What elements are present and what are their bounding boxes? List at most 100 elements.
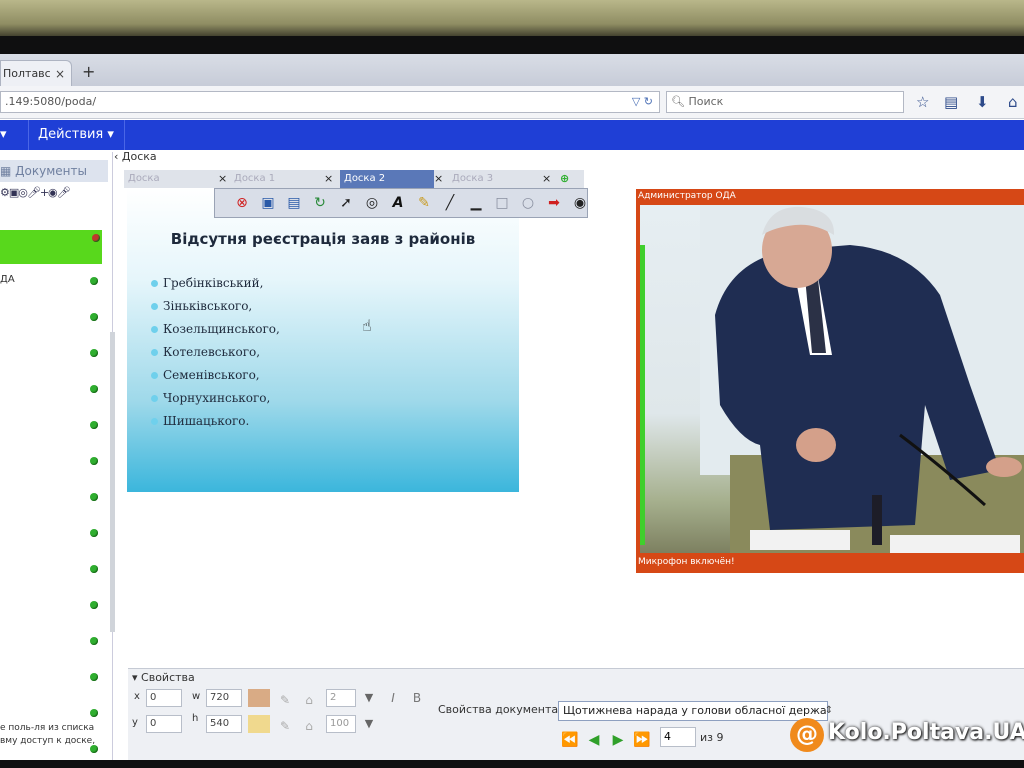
- speaker-image: [700, 205, 1024, 553]
- background-wall: [0, 0, 1024, 40]
- documents-tab-label: Документы: [15, 164, 87, 178]
- circle-icon[interactable]: ○: [517, 192, 539, 214]
- tab-board-1[interactable]: Доска 1: [230, 170, 324, 188]
- url-field[interactable]: .149:5080/poda/ ▽ ↻: [0, 91, 660, 113]
- line-icon[interactable]: ╱: [439, 192, 461, 214]
- lock-icon[interactable]: ⌂: [298, 715, 320, 737]
- pencil-icon[interactable]: ✎: [274, 715, 296, 737]
- w-label: w: [192, 691, 201, 702]
- menu-collapsed[interactable]: ▾: [0, 120, 29, 150]
- tab-board-3[interactable]: Доска 3: [448, 170, 542, 188]
- refresh-icon[interactable]: ↻: [309, 192, 331, 214]
- last-page-button[interactable]: ⏩: [632, 731, 652, 749]
- chevron-down-icon[interactable]: ▼: [358, 687, 380, 709]
- arrow-icon[interactable]: ➡: [543, 192, 565, 214]
- browser-tab-strip: Полтавс × +: [0, 54, 1024, 86]
- user-row[interactable]: [0, 598, 108, 616]
- select-icon[interactable]: ◎: [361, 192, 383, 214]
- open-icon[interactable]: ▣: [257, 192, 279, 214]
- user-row[interactable]: [0, 418, 108, 436]
- rectangle-icon[interactable]: □: [491, 192, 513, 214]
- menu-actions[interactable]: Действия ▾: [28, 120, 125, 150]
- user-row[interactable]: ДА: [0, 274, 108, 292]
- tab-board-0[interactable]: Доска: [124, 170, 218, 188]
- status-dot: [90, 277, 98, 285]
- status-dot: [90, 709, 98, 717]
- status-dot: [90, 313, 98, 321]
- close-icon[interactable]: ×: [55, 61, 65, 87]
- camera-icon[interactable]: ◉: [48, 186, 58, 199]
- browser-tab[interactable]: Полтавс ×: [0, 60, 72, 86]
- properties-header-label: Свойства: [141, 671, 195, 684]
- microphone-icon[interactable]: 🎤︎: [27, 186, 41, 199]
- download-icon[interactable]: ⬇: [976, 93, 989, 111]
- line-width-field[interactable]: 2: [326, 689, 356, 707]
- hand-cursor-icon: ☝: [362, 316, 372, 335]
- close-icon[interactable]: ×: [542, 170, 551, 188]
- save-icon[interactable]: ▤: [283, 192, 305, 214]
- star-icon[interactable]: ☆: [916, 93, 929, 111]
- user-row-selected[interactable]: [0, 230, 102, 264]
- fill-color-swatch[interactable]: [248, 689, 270, 707]
- list-item: Козельщинського,: [151, 318, 280, 341]
- list-item: Шишацького.: [151, 410, 280, 433]
- italic-button[interactable]: I: [382, 687, 404, 709]
- reload-icon[interactable]: ▽ ↻: [632, 92, 653, 112]
- next-page-button[interactable]: ▶: [608, 731, 628, 749]
- user-row[interactable]: [0, 490, 108, 508]
- bulb-icon[interactable]: ◉: [569, 192, 591, 214]
- document-select[interactable]: Щотижнева нарада у голови обласної держа…: [558, 701, 828, 721]
- x-field[interactable]: 0: [146, 689, 182, 707]
- add-icon[interactable]: +: [40, 186, 49, 199]
- user-row[interactable]: [0, 562, 108, 580]
- y-field[interactable]: 0: [146, 715, 182, 733]
- first-page-button[interactable]: ⏪: [560, 731, 580, 749]
- properties-header[interactable]: ▾ Свойства: [132, 671, 195, 684]
- user-row[interactable]: [0, 346, 108, 364]
- status-dot: [90, 529, 98, 537]
- left-scrollbar[interactable]: [110, 332, 115, 632]
- chevron-down-icon[interactable]: ▼: [358, 713, 380, 735]
- search-input[interactable]: 🔍︎ Поиск: [666, 91, 904, 113]
- pencil-icon[interactable]: ✎: [274, 689, 296, 711]
- user-row[interactable]: [0, 454, 108, 472]
- user-row[interactable]: [0, 670, 108, 688]
- bold-button[interactable]: B: [406, 687, 428, 709]
- close-icon[interactable]: ×: [324, 170, 333, 188]
- list-item: Зіньківського,: [151, 295, 280, 318]
- opacity-field[interactable]: 100: [326, 715, 356, 733]
- microphone-icon[interactable]: 🎤︎: [57, 186, 71, 199]
- line-color-swatch[interactable]: [248, 715, 270, 733]
- delete-icon[interactable]: ⊗: [231, 192, 253, 214]
- lock-icon[interactable]: ⌂: [298, 689, 320, 711]
- add-tab-icon[interactable]: ⊕: [560, 170, 569, 188]
- list-item: Котелевського,: [151, 341, 280, 364]
- user-tools-row: ⚙▣◎🎤︎+◉🎤︎: [0, 186, 108, 202]
- bookmarks-icon[interactable]: ▤: [944, 93, 958, 111]
- underline-icon[interactable]: ▁: [465, 192, 487, 214]
- slide[interactable]: Відсутня реєстрація заяв з районів Гребі…: [127, 188, 519, 492]
- tab-board-2[interactable]: Доска 2: [340, 170, 434, 188]
- user-row[interactable]: [0, 634, 108, 652]
- h-field[interactable]: 540: [206, 715, 242, 733]
- text-icon[interactable]: A: [387, 192, 409, 214]
- microphone-status: Микрофон включён!: [638, 557, 735, 567]
- home-icon[interactable]: ⌂: [1008, 93, 1018, 111]
- close-icon[interactable]: ×: [434, 170, 443, 188]
- board-header[interactable]: ‹ Доска: [114, 150, 1024, 166]
- user-row[interactable]: [0, 310, 108, 328]
- pencil-icon[interactable]: ✎: [413, 192, 435, 214]
- user-row[interactable]: [0, 526, 108, 544]
- close-icon[interactable]: ×: [218, 170, 227, 188]
- page-number-field[interactable]: 4: [660, 727, 696, 747]
- y-label: y: [132, 717, 138, 728]
- pointer-icon[interactable]: ➚: [335, 192, 357, 214]
- board-header-label: Доска: [121, 150, 157, 163]
- status-dot: [90, 457, 98, 465]
- new-tab-button[interactable]: +: [82, 62, 95, 81]
- tool-icon[interactable]: ⚙▣◎: [0, 186, 28, 199]
- w-field[interactable]: 720: [206, 689, 242, 707]
- documents-tab[interactable]: ▦ Документы: [0, 160, 108, 182]
- user-row[interactable]: [0, 382, 108, 400]
- prev-page-button[interactable]: ◀: [584, 731, 604, 749]
